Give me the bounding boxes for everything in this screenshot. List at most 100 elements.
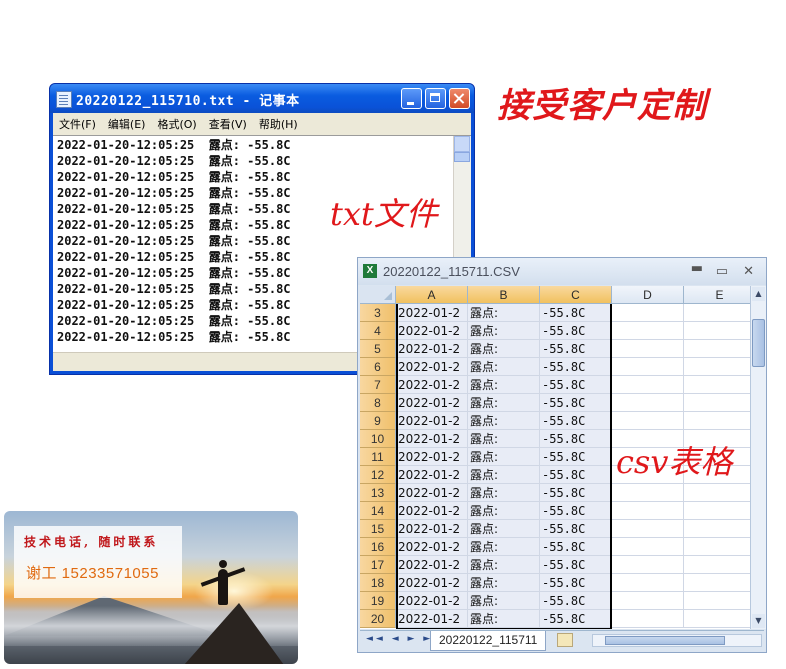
excel-minimize-button[interactable]: ▬ <box>691 261 703 276</box>
cell-d[interactable] <box>612 484 684 502</box>
cell-a[interactable]: 2022-01-2 <box>396 376 468 394</box>
cell-c[interactable]: -55.8C <box>540 340 612 358</box>
cell-b[interactable]: 露点: <box>468 592 540 610</box>
cell-d[interactable] <box>612 538 684 556</box>
close-button[interactable] <box>449 88 470 109</box>
cell-a[interactable]: 2022-01-2 <box>396 484 468 502</box>
excel-vertical-scrollbar[interactable]: ▲ ▼ <box>750 286 766 629</box>
cell-a[interactable]: 2022-01-2 <box>396 358 468 376</box>
cell-c[interactable]: -55.8C <box>540 520 612 538</box>
cell-e[interactable] <box>684 520 750 538</box>
scroll-thumb[interactable] <box>752 319 765 367</box>
cell-d[interactable] <box>612 340 684 358</box>
cell-a[interactable]: 2022-01-2 <box>396 520 468 538</box>
sheet-tab[interactable]: 20220122_115711 <box>430 631 547 651</box>
cell-b[interactable]: 露点: <box>468 484 540 502</box>
scroll-down-arrow-icon[interactable]: ▼ <box>752 614 765 628</box>
cell-a[interactable]: 2022-01-2 <box>396 610 468 628</box>
row-header[interactable]: 15 <box>360 520 396 538</box>
row-header[interactable]: 5 <box>360 340 396 358</box>
cell-a[interactable]: 2022-01-2 <box>396 448 468 466</box>
scroll-thumb[interactable] <box>454 152 470 162</box>
menu-file[interactable]: 文件(F) <box>53 116 102 132</box>
cell-b[interactable]: 露点: <box>468 574 540 592</box>
row-header[interactable]: 19 <box>360 592 396 610</box>
menu-edit[interactable]: 编辑(E) <box>102 116 152 132</box>
cell-a[interactable]: 2022-01-2 <box>396 574 468 592</box>
cell-d[interactable] <box>612 358 684 376</box>
cell-c[interactable]: -55.8C <box>540 538 612 556</box>
cell-c[interactable]: -55.8C <box>540 556 612 574</box>
horizontal-scrollbar[interactable] <box>592 634 762 647</box>
cell-a[interactable]: 2022-01-2 <box>396 412 468 430</box>
cell-c[interactable]: -55.8C <box>540 322 612 340</box>
cell-e[interactable] <box>684 484 750 502</box>
cell-b[interactable]: 露点: <box>468 376 540 394</box>
select-all-corner[interactable] <box>360 286 396 304</box>
cell-c[interactable]: -55.8C <box>540 610 612 628</box>
scroll-up-arrow-icon[interactable]: ▲ <box>752 287 765 301</box>
cell-e[interactable] <box>684 412 750 430</box>
cell-b[interactable]: 露点: <box>468 322 540 340</box>
cell-c[interactable]: -55.8C <box>540 412 612 430</box>
cell-d[interactable] <box>612 394 684 412</box>
row-header[interactable]: 9 <box>360 412 396 430</box>
cell-b[interactable]: 露点: <box>468 394 540 412</box>
cell-b[interactable]: 露点: <box>468 556 540 574</box>
maximize-button[interactable] <box>425 88 446 109</box>
notepad-titlebar[interactable]: 20220122_115710.txt - 记事本 <box>50 84 474 113</box>
cell-d[interactable] <box>612 520 684 538</box>
cell-a[interactable]: 2022-01-2 <box>396 466 468 484</box>
cell-c[interactable]: -55.8C <box>540 448 612 466</box>
cell-d[interactable] <box>612 502 684 520</box>
row-header[interactable]: 11 <box>360 448 396 466</box>
row-header[interactable]: 8 <box>360 394 396 412</box>
cell-d[interactable] <box>612 574 684 592</box>
cell-e[interactable] <box>684 376 750 394</box>
cell-a[interactable]: 2022-01-2 <box>396 538 468 556</box>
cell-a[interactable]: 2022-01-2 <box>396 430 468 448</box>
cell-e[interactable] <box>684 502 750 520</box>
cell-a[interactable]: 2022-01-2 <box>396 556 468 574</box>
cell-b[interactable]: 露点: <box>468 520 540 538</box>
cell-b[interactable]: 露点: <box>468 502 540 520</box>
row-header[interactable]: 14 <box>360 502 396 520</box>
cell-c[interactable]: -55.8C <box>540 574 612 592</box>
cell-b[interactable]: 露点: <box>468 304 540 322</box>
cell-c[interactable]: -55.8C <box>540 430 612 448</box>
cell-b[interactable]: 露点: <box>468 340 540 358</box>
row-header[interactable]: 7 <box>360 376 396 394</box>
cell-a[interactable]: 2022-01-2 <box>396 322 468 340</box>
cell-d[interactable] <box>612 556 684 574</box>
menu-help[interactable]: 帮助(H) <box>253 116 304 132</box>
row-header[interactable]: 20 <box>360 610 396 628</box>
cell-e[interactable] <box>684 574 750 592</box>
cell-e[interactable] <box>684 592 750 610</box>
column-header-e[interactable]: E <box>684 286 750 304</box>
row-header[interactable]: 6 <box>360 358 396 376</box>
column-header-b[interactable]: B <box>468 286 540 304</box>
cell-c[interactable]: -55.8C <box>540 466 612 484</box>
column-header-a[interactable]: A <box>396 286 468 304</box>
cell-c[interactable]: -55.8C <box>540 358 612 376</box>
insert-sheet-icon[interactable] <box>557 633 573 647</box>
cell-e[interactable] <box>684 556 750 574</box>
menu-format[interactable]: 格式(O) <box>151 116 202 132</box>
row-header[interactable]: 4 <box>360 322 396 340</box>
excel-titlebar[interactable]: X 20220122_115711.CSV ▬ ▭ ✕ <box>358 258 766 285</box>
cell-a[interactable]: 2022-01-2 <box>396 340 468 358</box>
cell-d[interactable] <box>612 412 684 430</box>
excel-close-button[interactable]: ✕ <box>743 264 754 279</box>
minimize-button[interactable] <box>401 88 422 109</box>
cell-e[interactable] <box>684 304 750 322</box>
horizontal-scroll-thumb[interactable] <box>605 636 725 645</box>
cell-e[interactable] <box>684 538 750 556</box>
column-header-c[interactable]: C <box>540 286 612 304</box>
cell-d[interactable] <box>612 376 684 394</box>
menu-view[interactable]: 查看(V) <box>203 116 253 132</box>
cell-e[interactable] <box>684 340 750 358</box>
cell-e[interactable] <box>684 610 750 628</box>
cell-b[interactable]: 露点: <box>468 448 540 466</box>
row-header[interactable]: 16 <box>360 538 396 556</box>
row-header[interactable]: 3 <box>360 304 396 322</box>
